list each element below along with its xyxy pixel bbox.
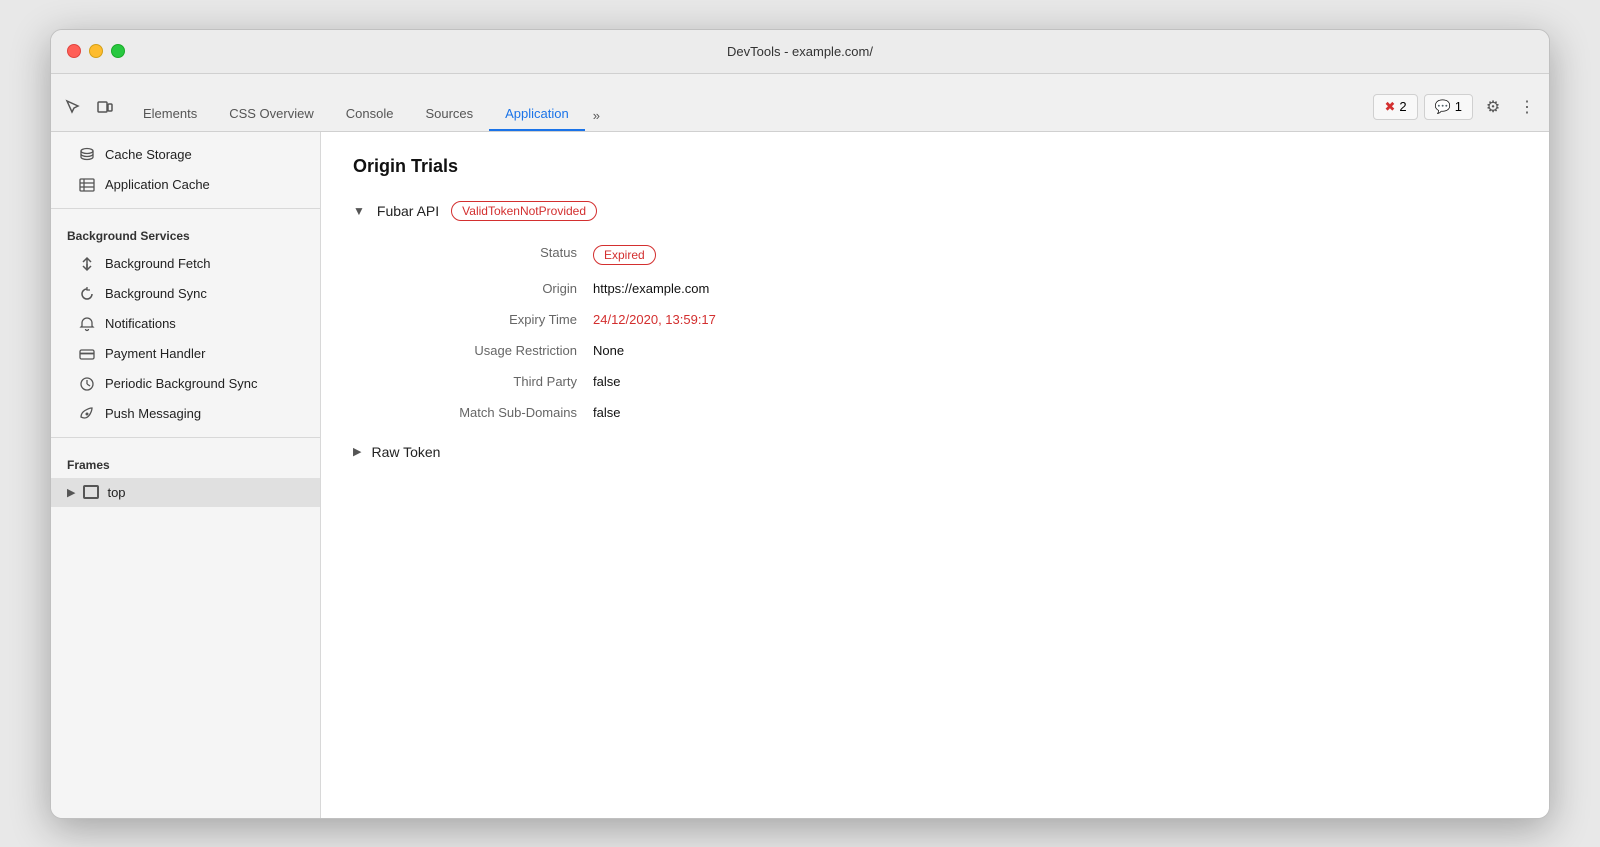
background-fetch-label: Background Fetch xyxy=(105,256,211,271)
sidebar-item-background-fetch[interactable]: Background Fetch xyxy=(51,249,320,279)
trial-collapse-button[interactable]: ▼ xyxy=(353,204,365,218)
cache-storage-label: Cache Storage xyxy=(105,147,192,162)
divider-2 xyxy=(51,437,320,438)
toolbar-right: ✖ 2 💬 1 ⚙ ⋮ xyxy=(1373,93,1541,131)
usage-restriction-value: None xyxy=(593,335,1517,366)
sidebar: Cache Storage Application Cache Backgrou… xyxy=(51,132,321,818)
sidebar-item-payment-handler[interactable]: Payment Handler xyxy=(51,339,320,369)
match-sub-domains-label: Match Sub-Domains xyxy=(373,397,593,428)
tab-elements[interactable]: Elements xyxy=(127,98,213,131)
sidebar-item-top-frame[interactable]: ▶ top xyxy=(51,478,320,507)
push-messaging-icon xyxy=(79,406,95,422)
sidebar-item-push-messaging[interactable]: Push Messaging xyxy=(51,399,320,429)
background-fetch-icon xyxy=(79,256,95,272)
trial-section: ▼ Fubar API ValidTokenNotProvided Status… xyxy=(353,201,1517,460)
window-title: DevTools - example.com/ xyxy=(727,44,873,59)
traffic-lights xyxy=(67,44,125,58)
errors-count: 2 xyxy=(1399,99,1406,114)
background-sync-icon xyxy=(79,286,95,302)
frame-arrow-icon: ▶ xyxy=(67,486,75,499)
main-tabs: Elements CSS Overview Console Sources Ap… xyxy=(127,98,1373,131)
match-sub-domains-value: false xyxy=(593,397,1517,428)
minimize-button[interactable] xyxy=(89,44,103,58)
warnings-badge[interactable]: 💬 1 xyxy=(1424,94,1473,120)
expiry-time-value: 24/12/2020, 13:59:17 xyxy=(593,304,1517,335)
content-area: Origin Trials ▼ Fubar API ValidTokenNotP… xyxy=(321,132,1549,818)
trial-status-badge: ValidTokenNotProvided xyxy=(451,201,597,221)
frame-box-icon xyxy=(83,485,99,499)
periodic-background-sync-icon xyxy=(79,376,95,392)
raw-token-row[interactable]: ▶ Raw Token xyxy=(353,444,1517,460)
device-toolbar-button[interactable] xyxy=(91,93,119,121)
toolbar-left xyxy=(59,93,119,131)
cache-storage-icon xyxy=(79,147,95,163)
raw-token-label: Raw Token xyxy=(371,444,440,460)
third-party-value: false xyxy=(593,366,1517,397)
background-sync-label: Background Sync xyxy=(105,286,207,301)
warnings-count: 1 xyxy=(1455,99,1462,114)
notifications-icon xyxy=(79,316,95,332)
application-cache-label: Application Cache xyxy=(105,177,210,192)
sidebar-item-application-cache[interactable]: Application Cache xyxy=(51,170,320,200)
more-options-button[interactable]: ⋮ xyxy=(1513,93,1541,121)
status-value: Expired xyxy=(593,237,1517,273)
tab-application[interactable]: Application xyxy=(489,98,585,131)
third-party-label: Third Party xyxy=(373,366,593,397)
expiry-time-label: Expiry Time xyxy=(373,304,593,335)
status-label: Status xyxy=(373,237,593,273)
close-button[interactable] xyxy=(67,44,81,58)
notifications-label: Notifications xyxy=(105,316,176,331)
application-cache-icon xyxy=(79,177,95,193)
warning-icon: 💬 xyxy=(1435,99,1451,115)
sidebar-item-background-sync[interactable]: Background Sync xyxy=(51,279,320,309)
inspect-element-button[interactable] xyxy=(59,93,87,121)
errors-badge[interactable]: ✖ 2 xyxy=(1373,94,1417,120)
main-area: Cache Storage Application Cache Backgrou… xyxy=(51,132,1549,818)
tabsbar: Elements CSS Overview Console Sources Ap… xyxy=(51,74,1549,132)
periodic-background-sync-label: Periodic Background Sync xyxy=(105,376,257,391)
tab-css-overview[interactable]: CSS Overview xyxy=(213,98,330,131)
trial-details: Status Expired Origin https://example.co… xyxy=(373,237,1517,428)
push-messaging-label: Push Messaging xyxy=(105,406,201,421)
payment-handler-label: Payment Handler xyxy=(105,346,205,361)
usage-restriction-label: Usage Restriction xyxy=(373,335,593,366)
top-frame-label: top xyxy=(107,485,125,500)
error-icon: ✖ xyxy=(1384,99,1395,115)
sidebar-item-periodic-background-sync[interactable]: Periodic Background Sync xyxy=(51,369,320,399)
tab-console[interactable]: Console xyxy=(330,98,410,131)
payment-handler-icon xyxy=(79,346,95,362)
more-tabs-button[interactable]: » xyxy=(585,100,608,131)
trial-header: ▼ Fubar API ValidTokenNotProvided xyxy=(353,201,1517,221)
expired-badge: Expired xyxy=(593,245,656,265)
background-services-header: Background Services xyxy=(51,217,320,249)
titlebar: DevTools - example.com/ xyxy=(51,30,1549,74)
tab-sources[interactable]: Sources xyxy=(409,98,489,131)
divider-1 xyxy=(51,208,320,209)
frames-header: Frames xyxy=(51,446,320,478)
settings-button[interactable]: ⚙ xyxy=(1479,93,1507,121)
page-title: Origin Trials xyxy=(353,156,1517,177)
sidebar-item-notifications[interactable]: Notifications xyxy=(51,309,320,339)
sidebar-item-cache-storage[interactable]: Cache Storage xyxy=(51,140,320,170)
maximize-button[interactable] xyxy=(111,44,125,58)
trial-name: Fubar API xyxy=(377,203,439,219)
origin-label: Origin xyxy=(373,273,593,304)
raw-token-arrow-icon: ▶ xyxy=(353,445,361,458)
origin-value: https://example.com xyxy=(593,273,1517,304)
devtools-window: DevTools - example.com/ Elements CSS Ove… xyxy=(50,29,1550,819)
